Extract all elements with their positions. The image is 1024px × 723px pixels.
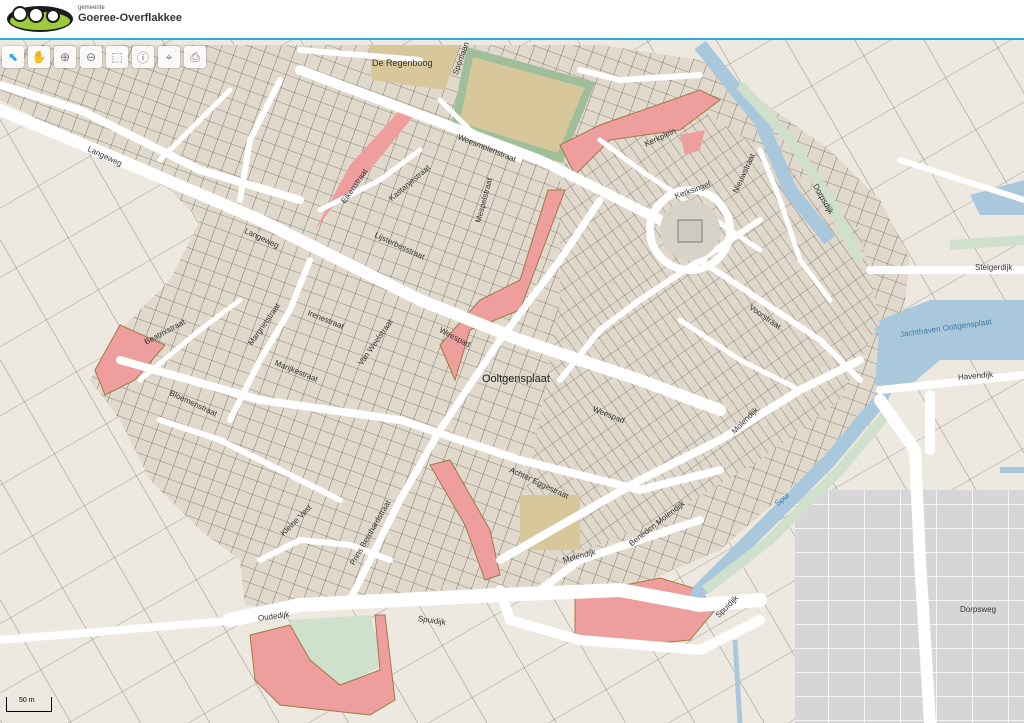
label-steigerdijk: Steigerdijk [975, 263, 1013, 272]
scale-bar: 50 m [6, 697, 52, 712]
label-ooltgensplaat: Ooltgensplaat [482, 373, 550, 385]
logo-subtitle: gemeente [78, 5, 105, 11]
map-canvas[interactable]: De Regenboog Sportlaan Langeweg Langeweg… [0, 40, 1024, 723]
zoom-out-icon[interactable]: ⊖ [80, 46, 102, 68]
print-icon[interactable]: ⎙ [184, 46, 206, 68]
app-header: gemeente Goeree-Overflakkee [0, 0, 1024, 40]
zoom-in-icon[interactable]: ⊕ [54, 46, 76, 68]
zoom-extent-icon[interactable]: ⬚ [106, 46, 128, 68]
label-dorpsweg: Dorpsweg [960, 605, 997, 614]
church-building [677, 219, 703, 243]
logo-title: Goeree-Overflakkee [78, 12, 182, 24]
identify-icon[interactable]: ⓘ [132, 46, 154, 68]
gemeente-logo[interactable] [6, 4, 76, 34]
cursor-select-icon[interactable]: ⬉ [2, 46, 24, 68]
label-regenboog: De Regenboog [372, 58, 433, 68]
map-toolbar: ⬉ ✋ ⊕ ⊖ ⬚ ⓘ ⌖ ⎙ [2, 46, 206, 68]
scale-label: 50 m [19, 697, 35, 704]
location-icon[interactable]: ⌖ [158, 46, 180, 68]
green-strip-east [949, 235, 1024, 250]
pan-hand-icon[interactable]: ✋ [28, 46, 50, 68]
